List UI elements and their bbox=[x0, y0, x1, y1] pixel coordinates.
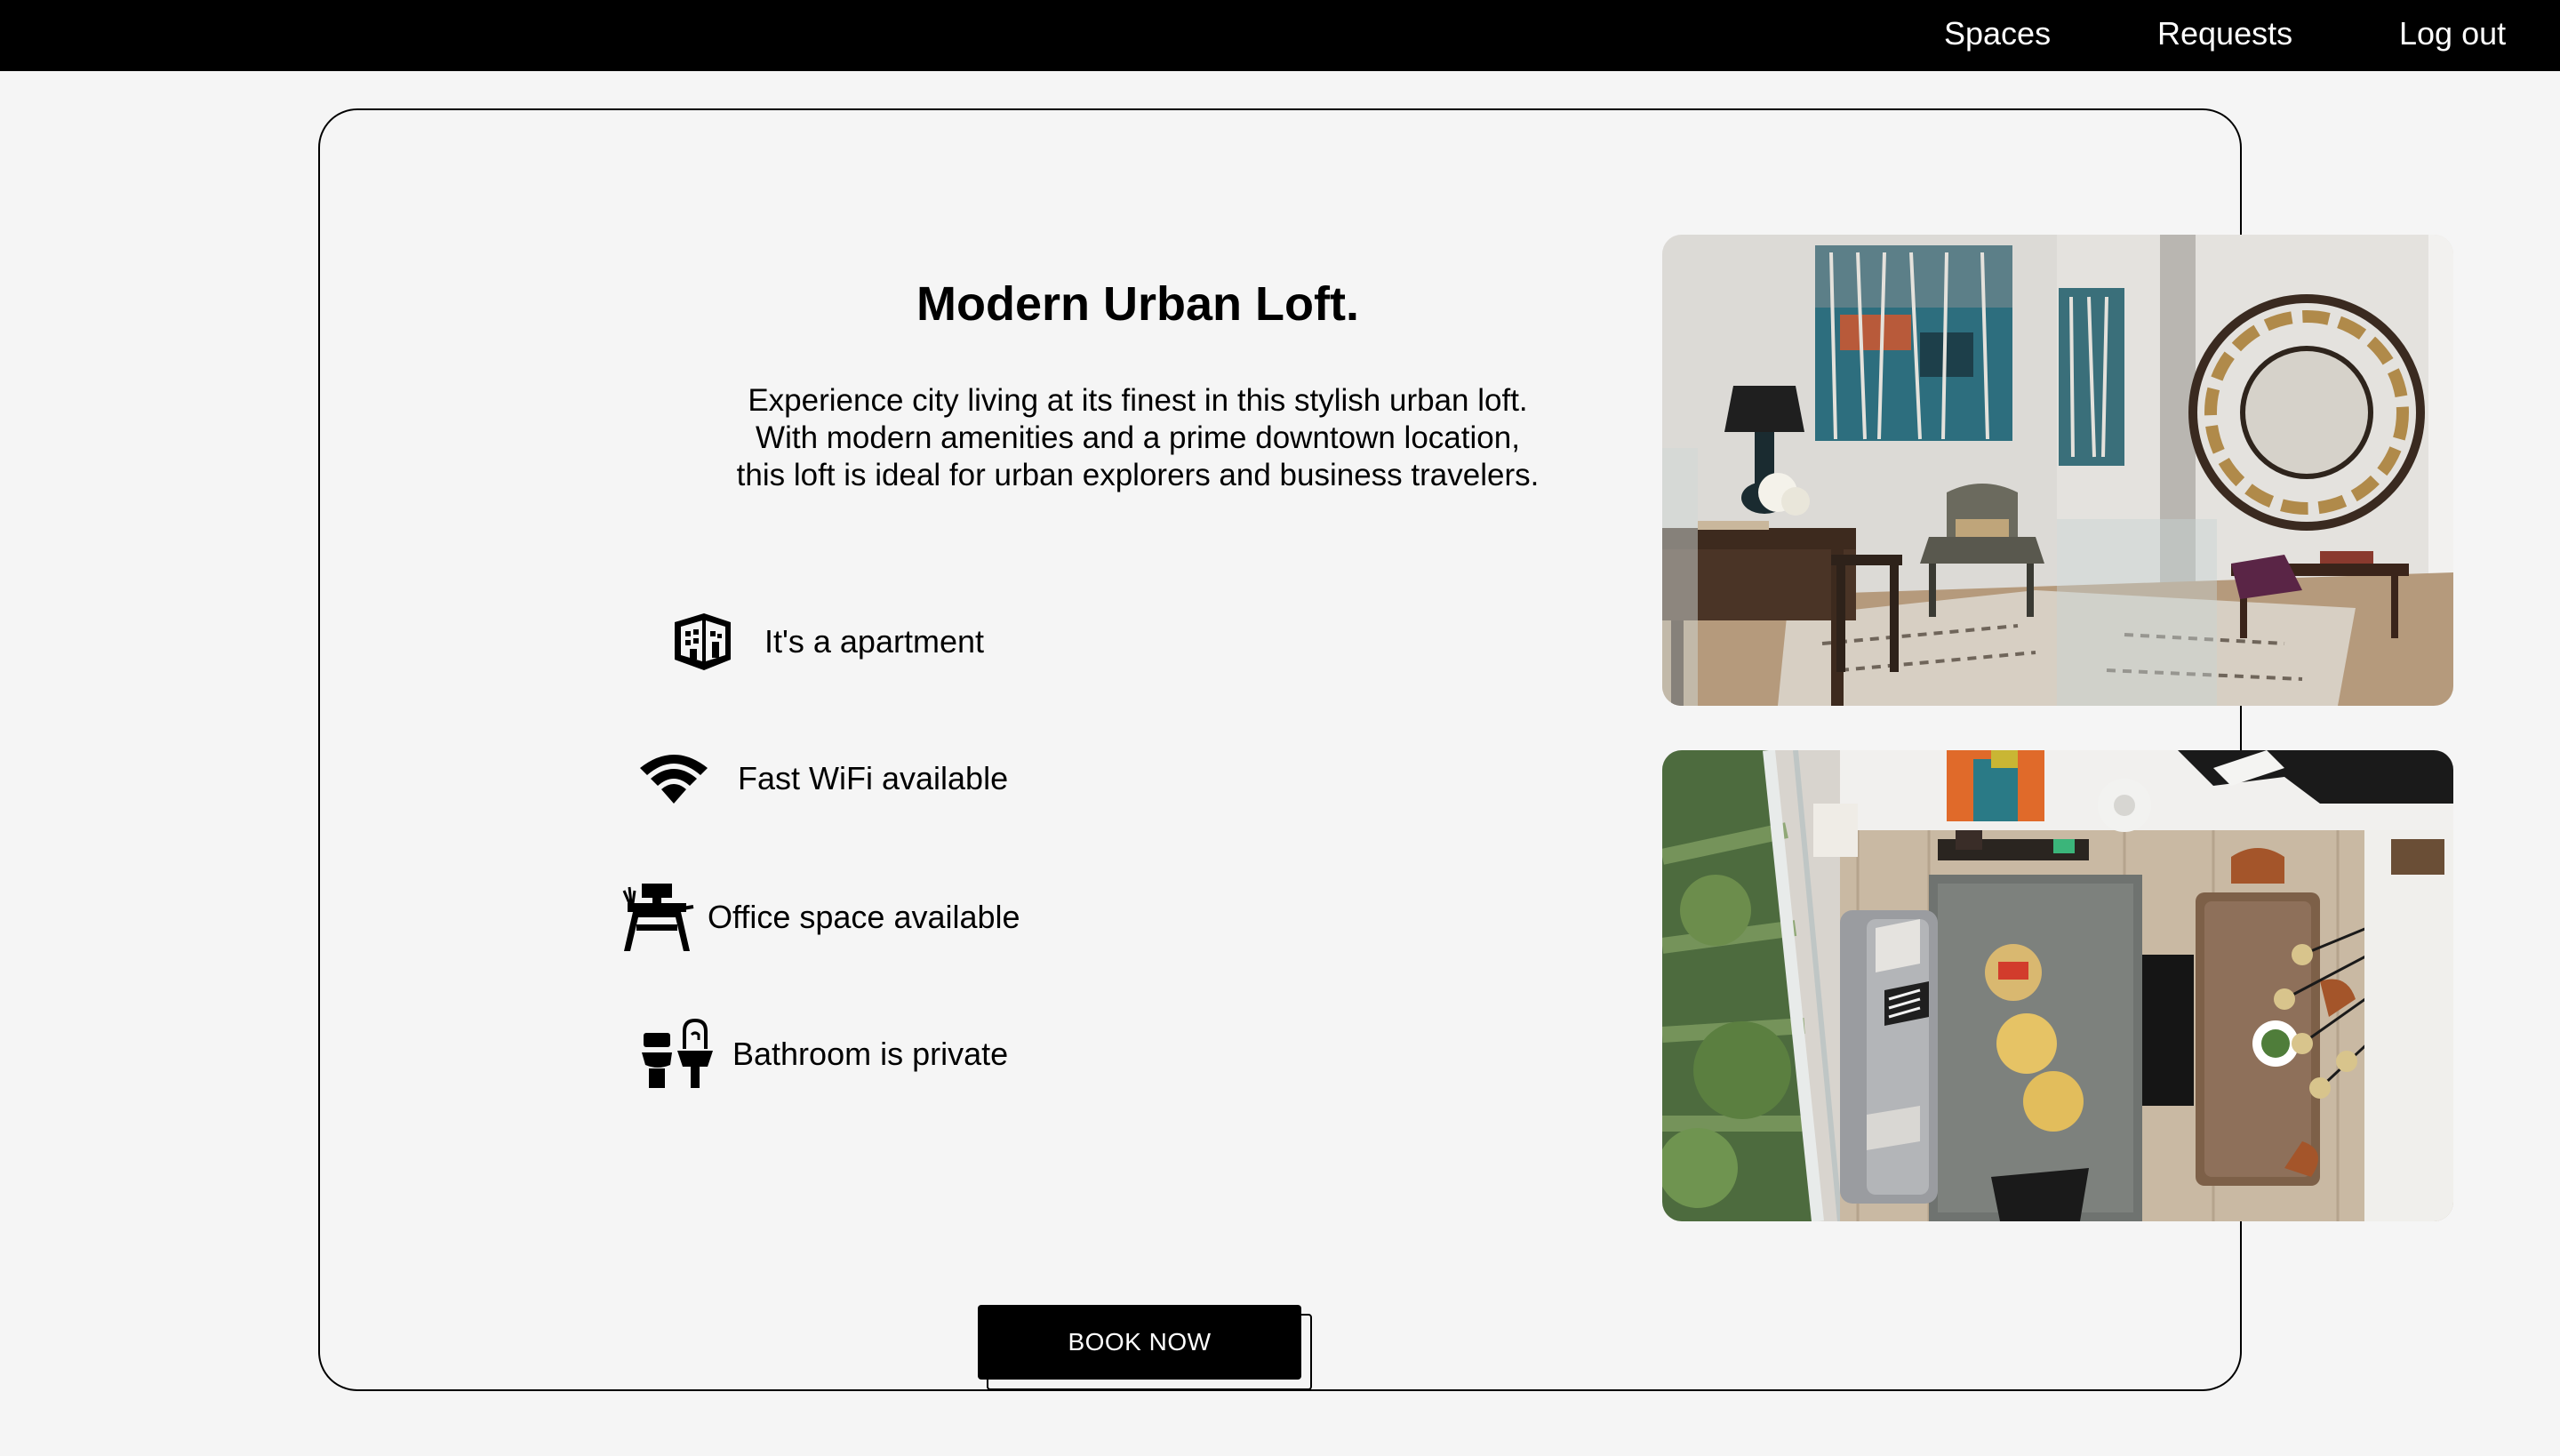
bathroom-icon bbox=[640, 1019, 715, 1090]
nav-logout-link[interactable]: Log out bbox=[2399, 16, 2506, 52]
feature-office: Office space available bbox=[619, 882, 1020, 953]
listing-description: Experience city living at its finest in … bbox=[736, 383, 1540, 492]
nav-spaces-link[interactable]: Spaces bbox=[1944, 16, 2051, 52]
feature-office-label: Office space available bbox=[708, 899, 1020, 935]
loft-living-room-photo bbox=[1662, 750, 2453, 1221]
top-navigation-bar: Spaces Requests Log out bbox=[0, 0, 2560, 71]
building-icon bbox=[670, 610, 734, 674]
loft-office-photo bbox=[1662, 235, 2453, 706]
feature-apartment: It's a apartment bbox=[670, 610, 984, 674]
feature-bathroom: Bathroom is private bbox=[640, 1019, 1008, 1090]
feature-bathroom-label: Bathroom is private bbox=[732, 1036, 1009, 1072]
listing-title: Modern Urban Loft. bbox=[916, 277, 1359, 331]
book-now-wrapper: BOOK NOW bbox=[978, 1305, 1314, 1392]
feature-apartment-label: It's a apartment bbox=[764, 623, 984, 660]
feature-wifi-label: Fast WiFi available bbox=[738, 760, 1009, 796]
listing-card: Modern Urban Loft. Experience city livin… bbox=[318, 108, 2453, 1392]
office-desk-icon bbox=[619, 882, 695, 953]
nav-requests-link[interactable]: Requests bbox=[2157, 16, 2292, 52]
book-now-button[interactable]: BOOK NOW bbox=[978, 1305, 1301, 1380]
feature-wifi: Fast WiFi available bbox=[636, 750, 1008, 807]
wifi-icon bbox=[636, 750, 711, 807]
